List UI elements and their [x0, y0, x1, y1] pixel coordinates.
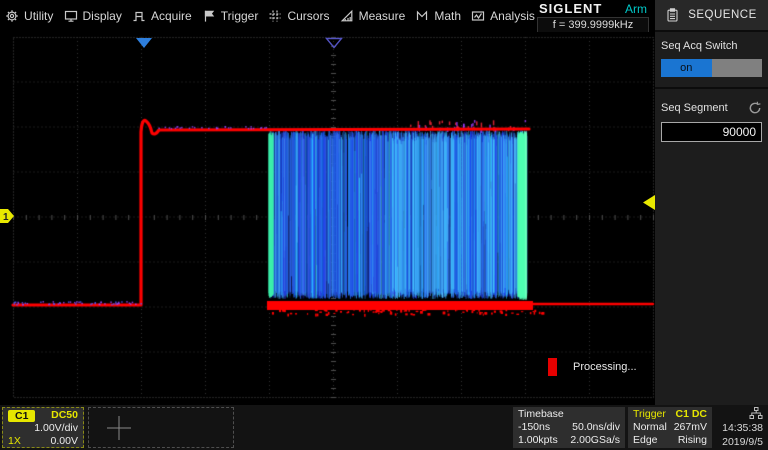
seq-segment-label: Seq Segment: [661, 102, 728, 114]
add-channel-slot[interactable]: [88, 407, 234, 448]
processing-indicator: Processing...: [548, 358, 637, 376]
menu-trigger-label: Trigger: [221, 9, 259, 23]
top-menu-bar: Utility Display Acquire Trigger: [0, 0, 655, 32]
plus-crosshair-icon: [103, 412, 135, 444]
menu-acquire-label: Acquire: [151, 9, 192, 23]
analysis-icon: [471, 9, 485, 23]
waveform-canvas[interactable]: [0, 32, 655, 405]
timebase-title: Timebase: [518, 408, 564, 421]
refresh-icon[interactable]: [748, 101, 762, 115]
ch1-ground-level-marker[interactable]: 1: [0, 208, 15, 224]
flag-icon: [202, 9, 216, 23]
seq-segment-input[interactable]: [661, 122, 762, 142]
trigger-type: Edge: [633, 434, 658, 447]
menu-display-label: Display: [83, 9, 122, 23]
oscilloscope-screen: Utility Display Acquire Trigger: [0, 0, 768, 450]
clock-panel[interactable]: 14:35:38 2019/9/5: [714, 407, 764, 448]
seq-acq-switch-toggle[interactable]: on: [661, 59, 762, 77]
clock-time: 14:35:38: [722, 422, 763, 434]
menu-measure[interactable]: Measure: [338, 5, 408, 27]
menu-math-label: Math: [434, 9, 461, 23]
network-icon: [749, 407, 763, 420]
math-icon: [415, 9, 429, 23]
menu-cursors-label: Cursors: [287, 9, 329, 23]
trigger-frequency-readout: f = 399.9999kHz: [537, 17, 649, 33]
gear-icon: [5, 9, 19, 23]
seq-acq-switch-label: Seq Acq Switch: [661, 40, 762, 52]
main-menu: Utility Display Acquire Trigger: [0, 5, 540, 27]
trigger-mode: Normal: [633, 421, 667, 434]
timebase-delay: -150ns: [518, 421, 550, 434]
clipboard-icon: [666, 8, 679, 22]
timebase-scale: 50.0ns/div: [572, 421, 620, 434]
menu-utility-label: Utility: [24, 9, 53, 23]
trigger-level: 267mV: [674, 421, 707, 434]
trigger-panel[interactable]: Trigger C1 DC Normal 267mV Edge Rising: [628, 407, 712, 448]
clock-date: 2019/9/5: [722, 436, 763, 448]
sequence-title: SEQUENCE: [688, 9, 757, 21]
timebase-panel[interactable]: Timebase -150ns 50.0ns/div 1.00kpts 2.00…: [513, 407, 625, 448]
processing-label: Processing...: [573, 361, 637, 373]
channel1-offset: 0.00V: [51, 435, 78, 448]
sequence-dialog-header[interactable]: SEQUENCE: [655, 0, 768, 32]
channel1-badge: C1: [8, 410, 35, 422]
channel1-scale: 1.00V/div: [34, 422, 78, 435]
processing-progress-block: [548, 358, 557, 376]
menu-display[interactable]: Display: [62, 5, 124, 27]
seq-segment-section: Seq Segment: [655, 93, 768, 148]
trigger-delay-zero-marker[interactable]: [325, 37, 343, 49]
trigger-status-badge: Arm: [625, 2, 647, 16]
menu-analysis-label: Analysis: [490, 9, 535, 23]
channel1-coupling: DC50: [51, 409, 78, 422]
menu-math[interactable]: Math: [413, 5, 463, 27]
timebase-srate: 2.00GSa/s: [570, 434, 620, 447]
sidebar-divider: [655, 87, 768, 89]
menu-utility[interactable]: Utility: [3, 5, 55, 27]
channel1-panel[interactable]: C1 DC50 1.00V/div 1X 0.00V: [2, 407, 84, 448]
menu-trigger[interactable]: Trigger: [200, 5, 261, 27]
siglent-logo: SIGLENT: [539, 1, 602, 16]
trigger-level-marker[interactable]: [643, 195, 655, 210]
trigger-position-marker[interactable]: [135, 37, 153, 49]
trigger-slope: Rising: [678, 434, 707, 447]
trigger-source: C1 DC: [675, 408, 707, 421]
menu-analysis[interactable]: Analysis: [469, 5, 537, 27]
display-icon: [64, 9, 78, 23]
seq-acq-switch-on[interactable]: on: [661, 59, 712, 77]
trigger-title: Trigger: [633, 408, 666, 421]
menu-measure-label: Measure: [359, 9, 406, 23]
svg-text:1: 1: [3, 212, 9, 223]
brand-block: SIGLENT Arm f = 399.9999kHz: [537, 1, 649, 33]
acquire-icon: [132, 9, 146, 23]
status-bar: C1 DC50 1.00V/div 1X 0.00V Timebase -150…: [0, 405, 768, 450]
channel1-probe: 1X: [8, 435, 21, 448]
menu-acquire[interactable]: Acquire: [130, 5, 194, 27]
cursors-icon: [268, 9, 282, 23]
seq-acq-switch-off[interactable]: [712, 59, 763, 77]
seq-acq-switch-section: Seq Acq Switch on: [655, 32, 768, 83]
menu-cursors[interactable]: Cursors: [266, 5, 331, 27]
timebase-mdepth: 1.00kpts: [518, 434, 558, 447]
waveform-display-area[interactable]: 1 Processing...: [0, 32, 655, 405]
measure-icon: [340, 9, 354, 23]
sequence-dialog: SEQUENCE Seq Acq Switch on Seq Segment: [655, 0, 768, 450]
